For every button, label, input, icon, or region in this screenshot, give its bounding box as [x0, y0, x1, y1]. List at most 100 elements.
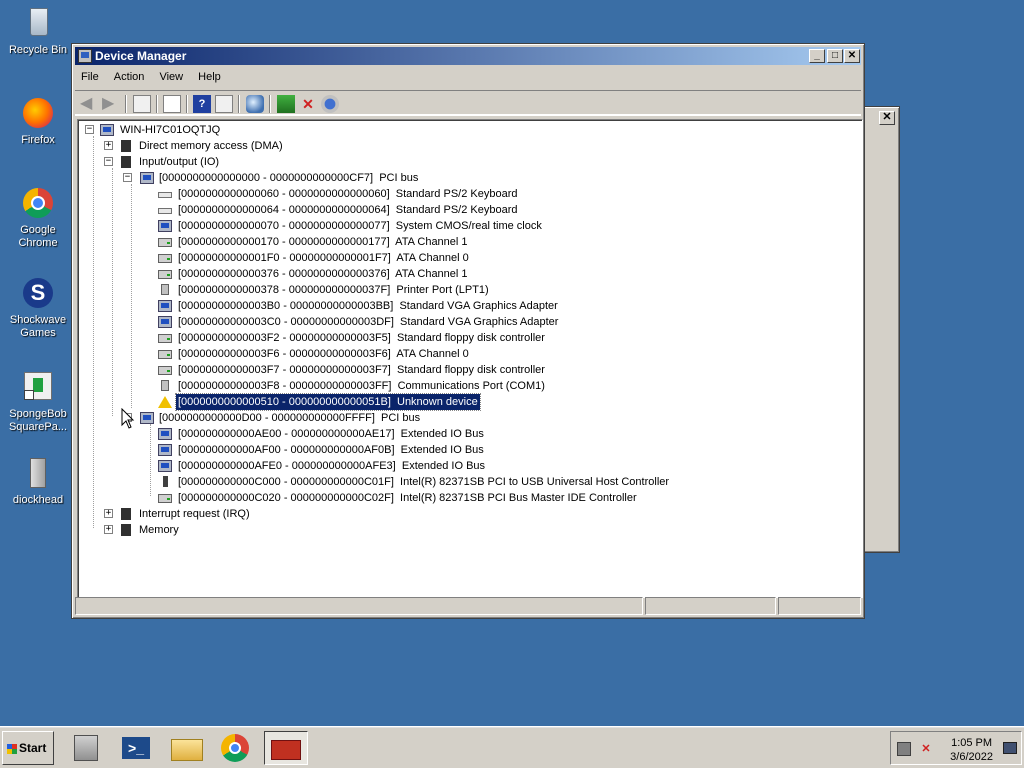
- close-icon[interactable]: ✕: [879, 111, 895, 125]
- tree-node-device[interactable]: [00000000000003F7 - 00000000000003F7] St…: [78, 362, 858, 378]
- tree-node-device[interactable]: [00000000000003C0 - 00000000000003DF] St…: [78, 314, 858, 330]
- tree-node-device[interactable]: [000000000000C000 - 000000000000C01F] In…: [78, 474, 858, 490]
- back-arrow-icon[interactable]: ◀: [80, 95, 98, 113]
- tree-node-device-selected[interactable]: [0000000000000510 - 000000000000051B] Un…: [78, 393, 858, 411]
- expand-toggle[interactable]: +: [104, 141, 113, 150]
- desktop-icon-spongebob[interactable]: SpongeBob SquarePa...: [0, 370, 76, 434]
- forward-arrow-icon[interactable]: ▶: [102, 95, 120, 113]
- expand-toggle[interactable]: +: [104, 509, 113, 518]
- volume-muted-icon[interactable]: ✕: [919, 742, 933, 756]
- desktop-icon-shockwave-games[interactable]: S Shockwave Games: [0, 276, 76, 340]
- toolbar-separator: [156, 95, 158, 113]
- taskbar-chrome[interactable]: [214, 731, 258, 765]
- tree-node-device[interactable]: [00000000000003B0 - 00000000000003BB] St…: [78, 298, 858, 314]
- toolbar-separator: [238, 95, 240, 113]
- menu-view[interactable]: View: [153, 68, 189, 86]
- chrome-center: [229, 742, 241, 754]
- tree-node-label: [000000000000C000 - 000000000000C01F] In…: [178, 476, 670, 488]
- show-hide-console-tree-icon[interactable]: [133, 95, 151, 113]
- tree-node-device[interactable]: [0000000000000376 - 0000000000000376] AT…: [78, 266, 858, 282]
- collapse-toggle[interactable]: −: [104, 157, 113, 166]
- enable-device-icon[interactable]: [321, 95, 339, 113]
- tree-node-pci-bus[interactable]: − [0000000000000000 - 0000000000000CF7] …: [78, 170, 858, 186]
- menu-file[interactable]: File: [75, 68, 105, 86]
- uninstall-device-icon[interactable]: ✕: [299, 95, 317, 113]
- tree-node-label: [00000000000003B0 - 00000000000003BB] St…: [178, 300, 558, 312]
- server-manager-icon: [74, 735, 98, 761]
- start-button[interactable]: Start: [2, 731, 54, 765]
- desktop-icon-label: diockhead: [12, 494, 64, 506]
- warning-icon: [158, 396, 172, 408]
- taskbar-device-manager[interactable]: [264, 731, 308, 765]
- resource-chip-icon: [121, 140, 131, 152]
- floppy-controller-icon: [158, 334, 172, 343]
- menu-action[interactable]: Action: [108, 68, 151, 86]
- resource-chip-icon: [121, 524, 131, 536]
- status-bar: [75, 597, 861, 615]
- tree-node-label: WIN-HI7C01OQTJQ: [120, 124, 221, 136]
- clock-date: 3/6/2022: [950, 751, 993, 763]
- tree-node-device[interactable]: [0000000000000378 - 000000000000037F] Pr…: [78, 282, 858, 298]
- tree-node-device[interactable]: [000000000000C020 - 000000000000C02F] In…: [78, 490, 858, 506]
- properties-icon[interactable]: [163, 95, 181, 113]
- tree-node-root[interactable]: − WIN-HI7C01OQTJQ: [78, 122, 858, 138]
- tree-node-device[interactable]: [000000000000AFE0 - 000000000000AFE3] Ex…: [78, 458, 858, 474]
- show-desktop-icon[interactable]: [1003, 742, 1017, 754]
- tree-node-memory[interactable]: + Memory: [78, 522, 858, 538]
- desktop-icon-google-chrome[interactable]: Google Chrome: [0, 186, 76, 250]
- tree-node-dma[interactable]: + Direct memory access (DMA): [78, 138, 858, 154]
- tree-node-label: [00000000000003F7 - 00000000000003F7] St…: [178, 364, 545, 376]
- tree-node-irq[interactable]: + Interrupt request (IRQ): [78, 506, 858, 522]
- menu-help[interactable]: Help: [192, 68, 227, 86]
- port-icon: [161, 380, 169, 391]
- tree-node-label: [0000000000000376 - 0000000000000376] AT…: [178, 268, 468, 280]
- tree-node-device[interactable]: [0000000000000170 - 0000000000000177] AT…: [78, 234, 858, 250]
- tree-node-device[interactable]: [0000000000000064 - 0000000000000064] St…: [78, 202, 858, 218]
- taskbar-explorer[interactable]: [166, 731, 210, 765]
- collapse-toggle[interactable]: −: [123, 173, 132, 182]
- tree-node-device[interactable]: [00000000000003F6 - 00000000000003F6] AT…: [78, 346, 858, 362]
- tree-node-device[interactable]: [00000000000003F2 - 00000000000003F5] St…: [78, 330, 858, 346]
- desktop-icon-diockhead[interactable]: diockhead: [0, 456, 76, 507]
- tree-node-io[interactable]: − Input/output (IO): [78, 154, 858, 170]
- tree-node-device[interactable]: [0000000000000060 - 0000000000000060] St…: [78, 186, 858, 202]
- collapse-toggle[interactable]: −: [85, 125, 94, 134]
- chrome-icon: [21, 186, 55, 220]
- minimize-button[interactable]: _: [809, 49, 825, 63]
- expand-toggle[interactable]: +: [104, 525, 113, 534]
- close-button[interactable]: ✕: [844, 49, 860, 63]
- folder-icon: [171, 739, 203, 761]
- network-icon[interactable]: [897, 742, 911, 756]
- device-tree[interactable]: − WIN-HI7C01OQTJQ + Direct memory access…: [77, 119, 863, 598]
- tree-node-device[interactable]: [00000000000001F0 - 00000000000001F7] AT…: [78, 250, 858, 266]
- tree-node-label: [0000000000000378 - 000000000000037F] Pr…: [178, 284, 489, 296]
- tree-node-label: [00000000000003C0 - 00000000000003DF] St…: [178, 316, 559, 328]
- taskbar-powershell[interactable]: >_: [116, 731, 160, 765]
- tree-node-label: [0000000000000070 - 0000000000000077] Sy…: [178, 220, 542, 232]
- system-tray: ✕ 1:05 PM 3/6/2022: [890, 731, 1022, 765]
- powershell-icon: >_: [122, 737, 150, 759]
- show-hide-action-pane-icon[interactable]: [215, 95, 233, 113]
- update-driver-icon[interactable]: [277, 95, 295, 113]
- tree-node-label: Input/output (IO): [139, 156, 220, 168]
- desktop-icon-recycle-bin[interactable]: Recycle Bin: [0, 6, 76, 57]
- menu-bar: File Action View Help: [75, 68, 861, 88]
- title-bar[interactable]: Device Manager _ □ ✕: [75, 47, 861, 65]
- desktop-icon-label: Firefox: [21, 134, 55, 146]
- scan-hardware-icon[interactable]: [246, 95, 264, 113]
- tree-node-pci-bus[interactable]: − [0000000000000D00 - 000000000000FFFF] …: [78, 410, 858, 426]
- clock[interactable]: 1:05 PM 3/6/2022: [950, 736, 993, 764]
- device-manager-window[interactable]: Device Manager _ □ ✕ File Action View He…: [71, 43, 865, 619]
- usb-icon: [163, 476, 168, 487]
- toolbar: ◀ ▶ ? ✕: [75, 90, 861, 116]
- computer-icon: [140, 172, 154, 184]
- help-icon[interactable]: ?: [193, 95, 211, 113]
- tree-node-device[interactable]: [00000000000003F8 - 00000000000003FF] Co…: [78, 378, 858, 394]
- taskbar-server-manager[interactable]: [66, 731, 110, 765]
- tree-node-device[interactable]: [0000000000000070 - 0000000000000077] Sy…: [78, 218, 858, 234]
- tree-node-label: [000000000000AF00 - 000000000000AF0B] Ex…: [178, 444, 484, 456]
- desktop-icon-firefox[interactable]: Firefox: [0, 96, 76, 147]
- tree-node-device[interactable]: [000000000000AE00 - 000000000000AE17] Ex…: [78, 426, 858, 442]
- maximize-button[interactable]: □: [827, 49, 843, 63]
- tree-node-device[interactable]: [000000000000AF00 - 000000000000AF0B] Ex…: [78, 442, 858, 458]
